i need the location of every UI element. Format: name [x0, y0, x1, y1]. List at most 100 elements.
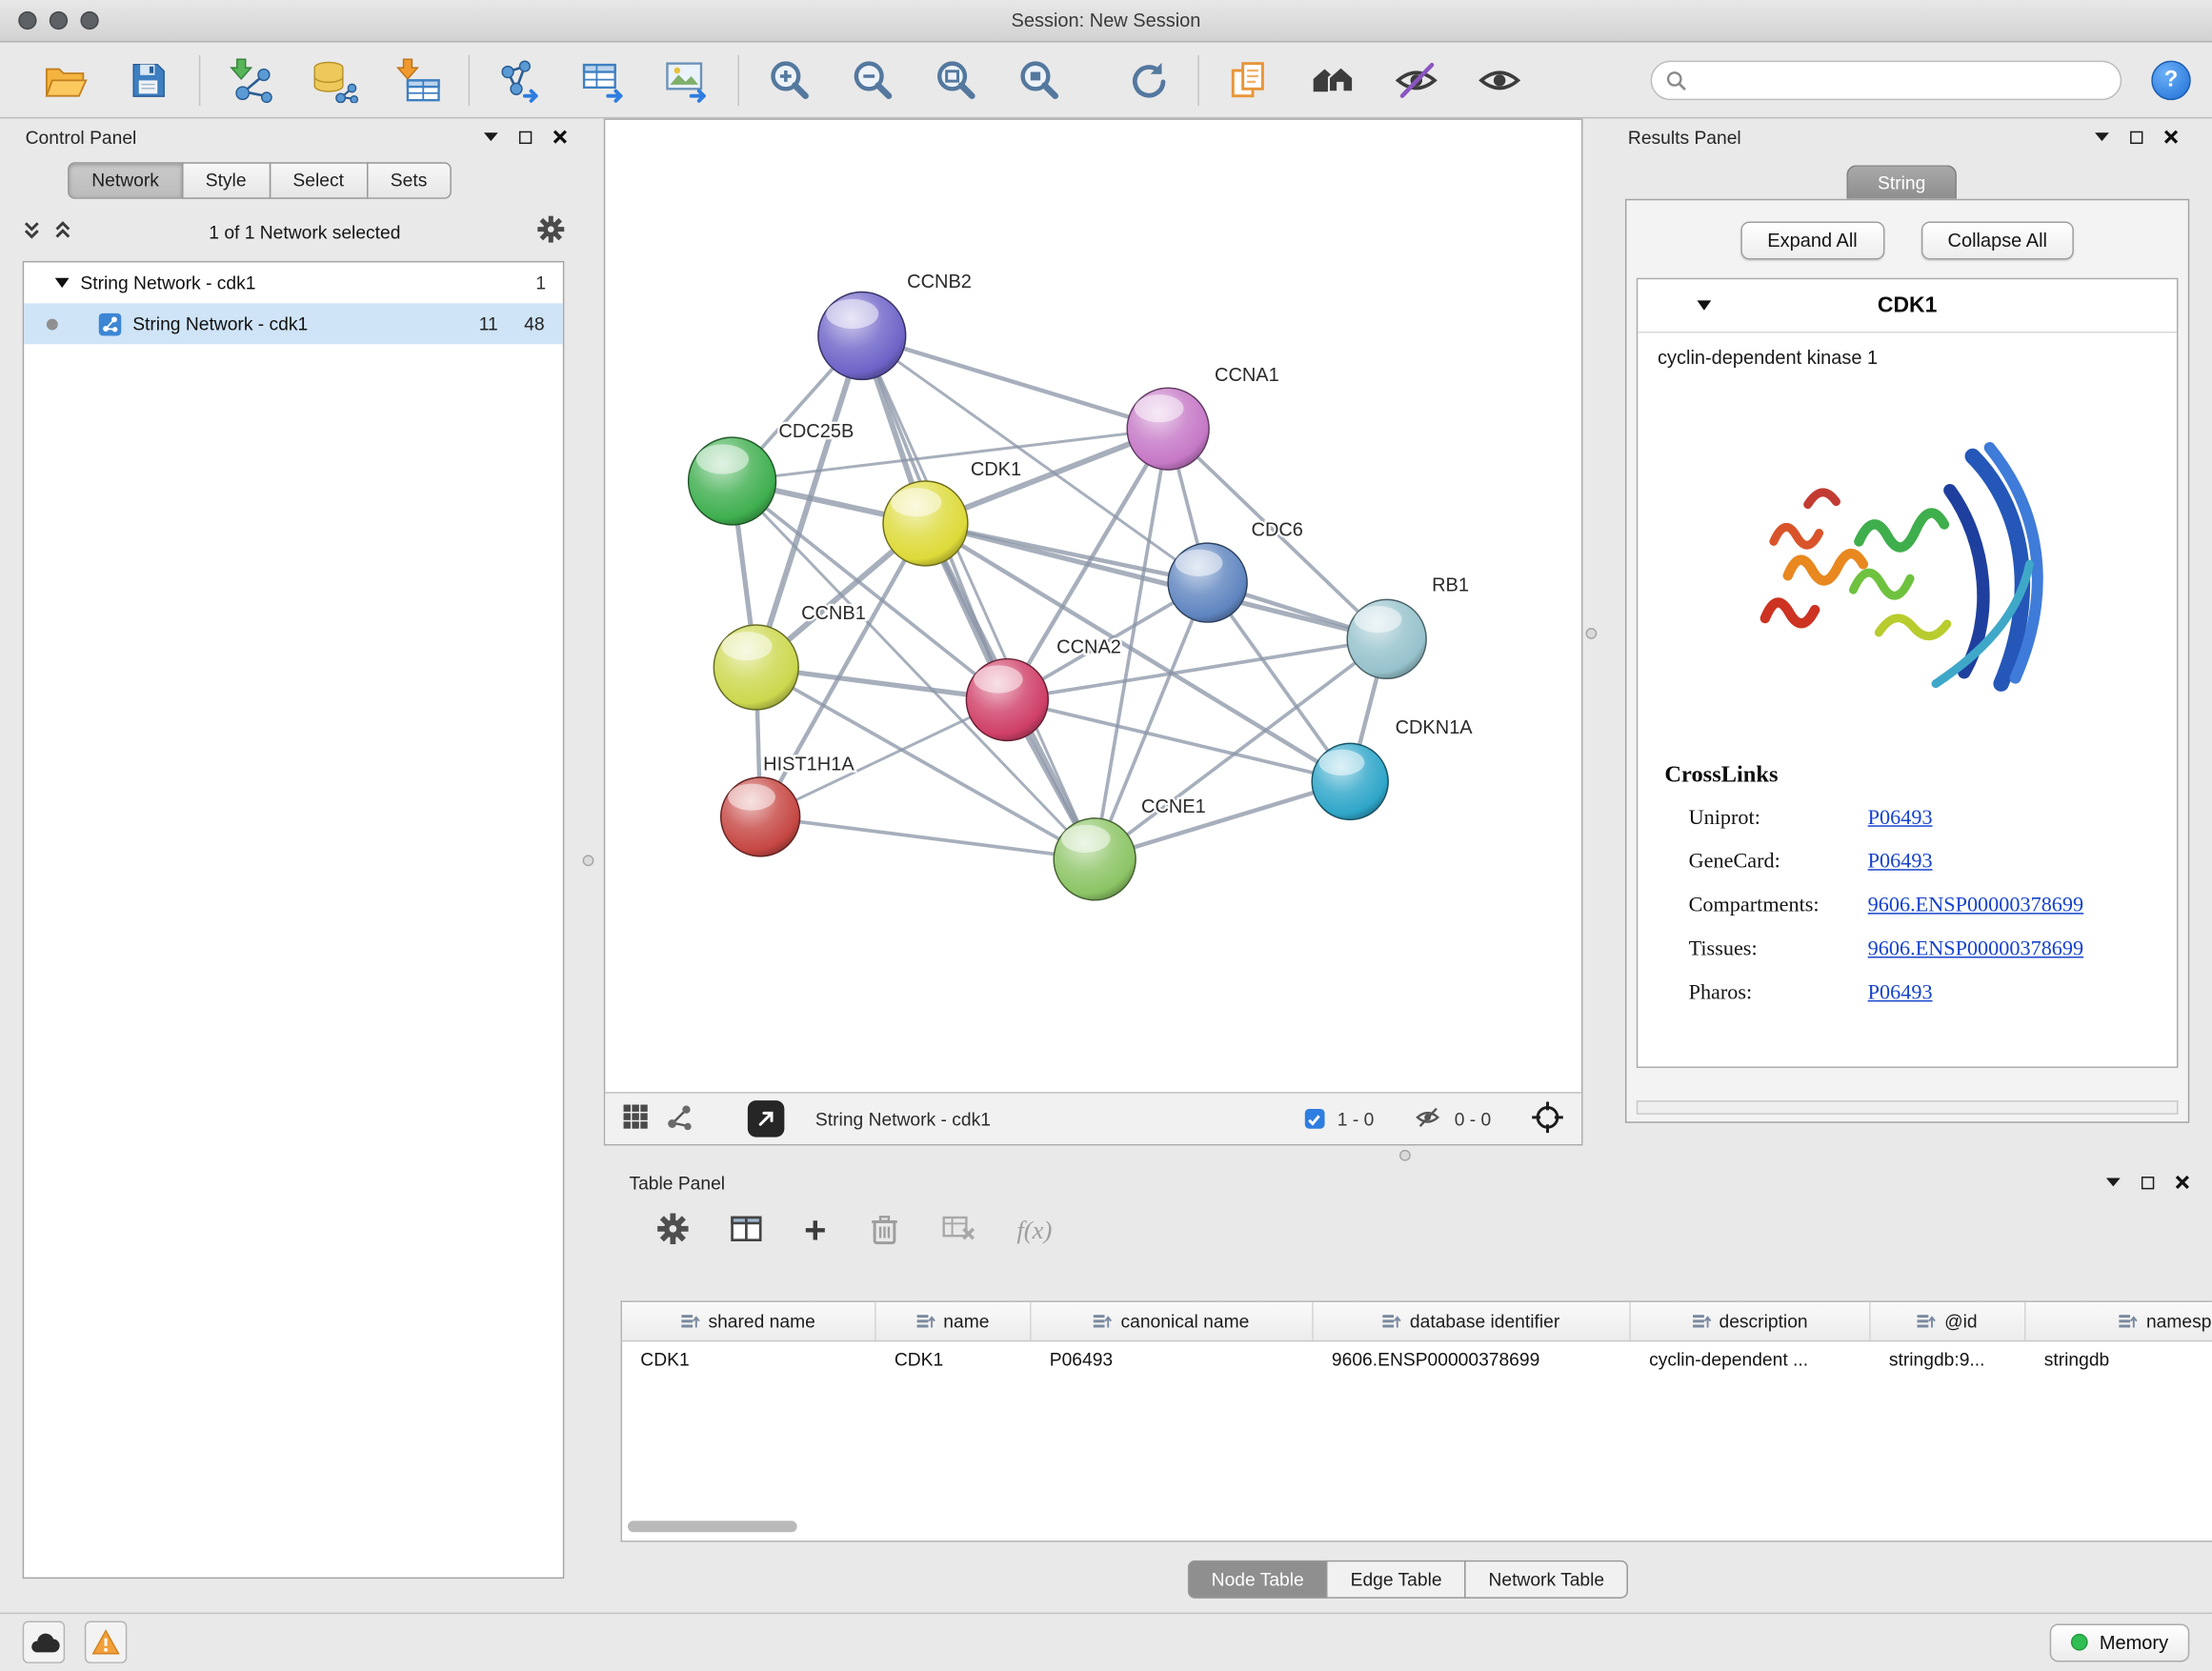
open-session-button[interactable]: [37, 51, 93, 108]
birdseye-view-button[interactable]: [622, 1103, 649, 1135]
tab-network-table[interactable]: Network Table: [1464, 1560, 1628, 1599]
column-header-shared-name[interactable]: shared name: [622, 1302, 876, 1340]
import-network-from-database-button[interactable]: [306, 51, 362, 108]
tab-edge-table[interactable]: Edge Table: [1326, 1560, 1465, 1599]
minimize-window-button[interactable]: [50, 11, 68, 30]
network-edge-CCNB2-CCNE1[interactable]: [862, 335, 1095, 858]
selected-checkbox-icon[interactable]: [1305, 1109, 1325, 1129]
control-panel-header: Control Panel: [0, 118, 590, 155]
network-overview-button[interactable]: [666, 1102, 694, 1135]
tab-node-table[interactable]: Node Table: [1187, 1560, 1327, 1599]
control-panel-tabs: NetworkStyleSelectSets: [68, 162, 590, 199]
export-table-button[interactable]: [575, 51, 632, 108]
add-column-button[interactable]: +: [804, 1215, 826, 1246]
network-node-CCNA1[interactable]: CCNA1: [1127, 365, 1279, 470]
panel-close-icon[interactable]: [553, 127, 567, 148]
column-header-name[interactable]: name: [876, 1302, 1032, 1340]
crosslink-link[interactable]: P06493: [1868, 982, 1933, 1006]
collection-collapse-icon[interactable]: [55, 278, 70, 288]
collapse-all-results-button[interactable]: Collapse All: [1920, 221, 2074, 259]
delete-column-button[interactable]: [867, 1211, 901, 1249]
network-collection-row[interactable]: String Network - cdk1 1: [24, 262, 563, 303]
notifications-button[interactable]: [85, 1621, 127, 1663]
memory-button[interactable]: Memory: [2050, 1623, 2189, 1661]
column-header-canonical-name[interactable]: canonical name: [1032, 1302, 1314, 1340]
function-builder-button[interactable]: f(x): [1016, 1216, 1052, 1245]
panel-menu-icon[interactable]: [2095, 132, 2109, 141]
network-canvas[interactable]: CCNB2CCNA1CDC25BCDK1CDC6RB1CCNB1CCNA2CDK…: [605, 120, 1581, 1092]
main-toolbar: ?: [0, 42, 2212, 118]
collapse-all-button[interactable]: [23, 219, 41, 243]
expand-all-results-button[interactable]: Expand All: [1740, 221, 1884, 259]
node-label-RB1: RB1: [1432, 574, 1469, 595]
network-row[interactable]: String Network - cdk1 11 48: [24, 303, 563, 344]
splitter-handle[interactable]: [1585, 628, 1597, 639]
results-scrollbar[interactable]: [1637, 1100, 2179, 1115]
crosslink-link[interactable]: P06493: [1868, 807, 1933, 831]
network-options-button[interactable]: [537, 216, 564, 248]
new-network-from-selection-button[interactable]: [493, 51, 549, 108]
splitter-handle[interactable]: [1399, 1150, 1411, 1161]
show-columns-button[interactable]: [730, 1213, 764, 1248]
panel-menu-icon[interactable]: [2106, 1178, 2121, 1187]
import-table-from-file-button[interactable]: [390, 51, 446, 108]
launch-view-button[interactable]: [748, 1100, 785, 1137]
panel-close-icon[interactable]: [2164, 127, 2179, 148]
save-session-button[interactable]: [120, 51, 176, 108]
table-horizontal-scrollbar[interactable]: [628, 1520, 797, 1532]
expand-all-button[interactable]: [53, 219, 71, 243]
table-options-button[interactable]: [657, 1213, 689, 1248]
panel-menu-icon[interactable]: [484, 132, 498, 141]
panel-float-icon[interactable]: [2142, 1176, 2154, 1188]
search-input[interactable]: [1695, 70, 2106, 91]
protein-section-header[interactable]: CDK1: [1638, 279, 2177, 332]
panel-float-icon[interactable]: [2130, 131, 2142, 143]
network-node-RB1[interactable]: RB1: [1347, 574, 1469, 678]
network-node-CDKN1A[interactable]: CDKN1A: [1312, 717, 1473, 819]
crosslink-link[interactable]: 9606.ENSP00000378699: [1868, 895, 2083, 918]
tab-sets[interactable]: Sets: [367, 162, 452, 199]
zoom-selected-button[interactable]: [1012, 51, 1068, 108]
column-header-database-identifier[interactable]: database identifier: [1314, 1302, 1631, 1340]
table-row[interactable]: CDK1CDK1P064939606.ENSP00000378699cyclin…: [622, 1341, 2212, 1379]
pan-tool-button[interactable]: [1531, 1099, 1565, 1137]
panel-float-icon[interactable]: [519, 131, 532, 143]
tab-network[interactable]: Network: [68, 162, 183, 199]
crosslink-link[interactable]: P06493: [1868, 851, 1933, 875]
network-edge-CCNB2-CCNA1[interactable]: [862, 335, 1168, 429]
zoom-window-button[interactable]: [80, 11, 98, 30]
tab-style[interactable]: Style: [182, 162, 271, 199]
import-network-from-file-button[interactable]: [223, 51, 279, 108]
help-button[interactable]: ?: [2151, 60, 2190, 99]
network-node-CDK1[interactable]: CDK1: [883, 459, 1021, 566]
cloud-status-button[interactable]: [23, 1621, 65, 1663]
export-image-button[interactable]: [659, 51, 715, 108]
column-header-description[interactable]: description: [1631, 1302, 1871, 1340]
network-edge-HIST1H1A-CCNE1[interactable]: [760, 816, 1095, 858]
network-node-CCNE1[interactable]: CCNE1: [1054, 796, 1206, 900]
show-graphics-details-button[interactable]: [1472, 51, 1528, 108]
delete-table-button[interactable]: [942, 1213, 976, 1248]
hide-graphics-details-button[interactable]: [1388, 51, 1444, 108]
network-edge-CDK1-RB1[interactable]: [925, 523, 1386, 638]
zoom-out-button[interactable]: [845, 51, 901, 108]
selected-counts: 1 - 0: [1337, 1108, 1375, 1129]
tab-string[interactable]: String: [1846, 165, 1957, 199]
eye-icon: [1477, 57, 1521, 102]
zoom-in-button[interactable]: [762, 51, 818, 108]
hidden-eye-icon[interactable]: [1414, 1104, 1442, 1134]
home-button[interactable]: [1305, 51, 1361, 108]
splitter-handle[interactable]: [583, 855, 594, 866]
network-node-HIST1H1A[interactable]: HIST1H1A: [721, 755, 855, 856]
crosslink-link[interactable]: 9606.ENSP00000378699: [1868, 938, 2083, 962]
copy-annotations-button[interactable]: [1221, 51, 1277, 108]
column-header-namespace[interactable]: namespace: [2026, 1302, 2212, 1340]
network-node-CCNB1[interactable]: CCNB1: [714, 603, 866, 710]
panel-close-icon[interactable]: [2175, 1172, 2189, 1193]
refresh-network-view-button[interactable]: [1118, 51, 1175, 108]
zoom-fit-button[interactable]: [928, 51, 984, 108]
column-header--id[interactable]: @id: [1871, 1302, 2026, 1340]
tab-select[interactable]: Select: [269, 162, 368, 199]
close-window-button[interactable]: [18, 11, 36, 30]
section-collapse-icon[interactable]: [1697, 300, 1711, 310]
